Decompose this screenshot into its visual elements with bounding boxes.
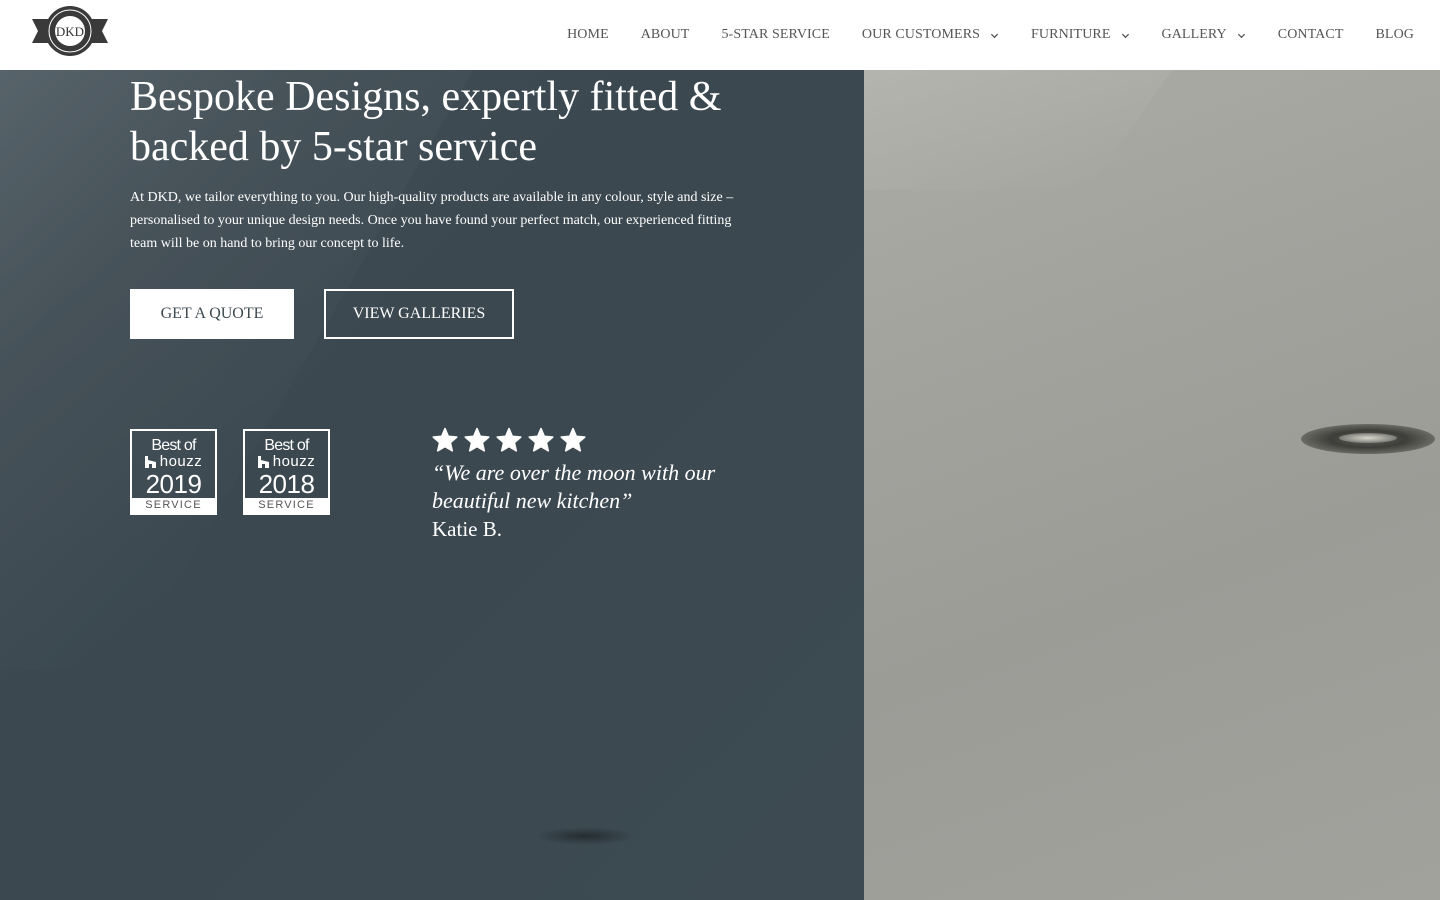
testimonial-author: Katie B.: [432, 517, 502, 541]
nav-label: OUR CUSTOMERS: [861, 27, 981, 42]
svg-text:DKD: DKD: [56, 24, 84, 39]
badge-top: Best of: [151, 437, 196, 454]
testimonial-quote: “We are over the moon with our beautiful…: [432, 460, 716, 513]
hero-headline: Bespoke Designs, expertly fitted & backe…: [130, 74, 722, 170]
rating-stars: [432, 427, 592, 453]
get-a-quote-button[interactable]: GET A QUOTE: [130, 289, 294, 339]
badge-brand-text: houzz: [159, 453, 203, 470]
ceiling-downlight: [1301, 424, 1435, 454]
houzz-icon: [144, 456, 156, 468]
badge-top: Best of: [264, 437, 309, 454]
star-icon: [464, 427, 490, 452]
nav-label: GALLERY: [1161, 27, 1227, 42]
badge-brand: houzz: [245, 454, 328, 470]
nav-contact[interactable]: CONTACT: [1278, 27, 1344, 43]
main-nav: HOME ABOUT 5-STAR SERVICE OUR CUSTOMERS …: [567, 0, 1414, 70]
nav-home[interactable]: HOME: [567, 27, 609, 43]
star-icon: [496, 427, 522, 452]
hero-intro: At DKD, we tailor everything to you. Our…: [130, 190, 734, 251]
chevron-down-icon: [1237, 33, 1245, 38]
hero-image: [864, 70, 1440, 900]
chevron-down-icon: [1121, 33, 1129, 38]
nav-label: BLOG: [1375, 27, 1414, 42]
nav-blog[interactable]: BLOG: [1375, 27, 1414, 43]
nav-label: CONTACT: [1277, 27, 1344, 42]
view-galleries-button[interactable]: VIEW GALLERIES: [324, 289, 514, 339]
ceiling-shade: [864, 70, 1201, 190]
nav-label: ABOUT: [640, 27, 690, 42]
star-icon: [432, 427, 458, 452]
nav-label: FURNITURE: [1031, 27, 1111, 42]
chevron-down-icon: [990, 33, 999, 38]
nav-label: 5-STAR SERVICE: [721, 27, 830, 42]
badge-category: SERVICE: [132, 498, 215, 513]
dkd-logo-icon[interactable]: DKD: [30, 5, 110, 59]
badge-category: SERVICE: [245, 498, 328, 513]
badge-year: 2019: [145, 469, 202, 499]
nav-about[interactable]: ABOUT: [641, 27, 690, 43]
star-icon: [560, 427, 586, 452]
nav-our-customers[interactable]: OUR CUSTOMERS: [862, 27, 999, 43]
nav-label: HOME: [567, 27, 609, 42]
badge-brand-text: houzz: [272, 453, 316, 470]
site-header: DKD HOME ABOUT 5-STAR SERVICE OUR CUSTOM…: [0, 0, 1440, 70]
houzz-icon: [257, 456, 269, 468]
nav-furniture[interactable]: FURNITURE: [1031, 27, 1129, 43]
nav-gallery[interactable]: GALLERY: [1162, 27, 1246, 43]
panel-spot: [535, 827, 635, 845]
nav-5-star-service[interactable]: 5-STAR SERVICE: [721, 27, 829, 43]
star-icon: [528, 427, 554, 452]
badge-brand: houzz: [132, 454, 215, 470]
badge-year: 2018: [258, 469, 315, 499]
houzz-badge-2019[interactable]: Best of houzz 2019 SERVICE: [130, 429, 217, 515]
houzz-badge-2018[interactable]: Best of houzz 2018 SERVICE: [243, 429, 330, 515]
